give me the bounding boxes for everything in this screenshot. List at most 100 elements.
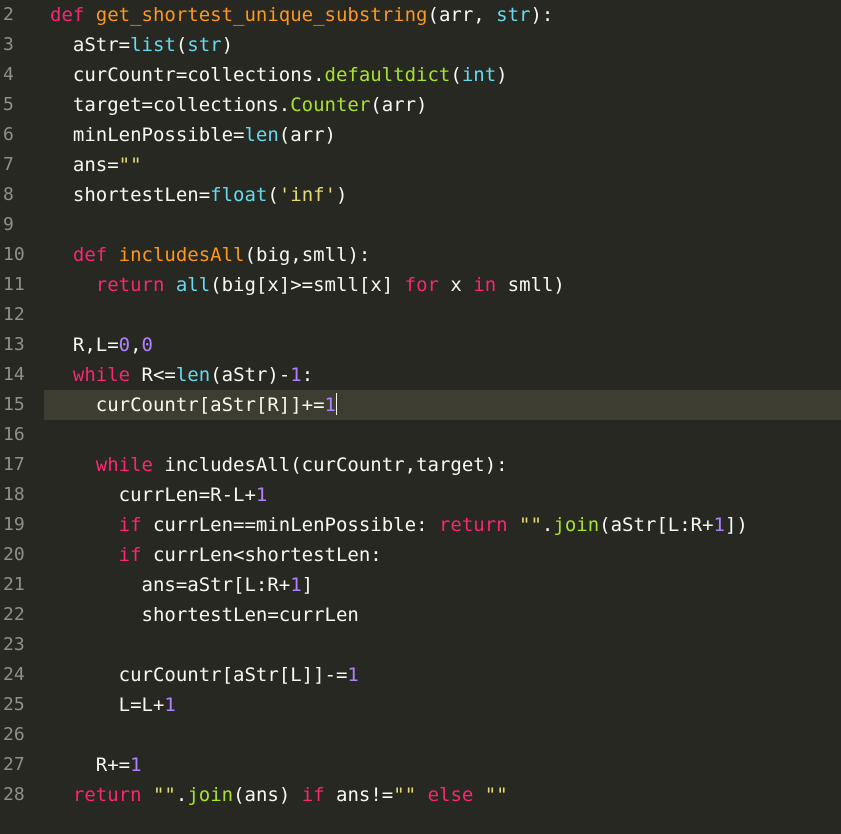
code-line[interactable]: 8 shortestLen=float('inf') — [0, 180, 841, 210]
code-line[interactable]: 25 L=L+1 — [0, 690, 841, 720]
code-text[interactable]: shortestLen=float('inf') — [50, 180, 348, 210]
code-token-keyword: for — [404, 274, 451, 296]
line-number: 16 — [3, 424, 25, 445]
code-line[interactable]: 24 curCountr[aStr[L]]-=1 — [0, 660, 841, 690]
code-line[interactable]: 2 def get_shortest_unique_substring(arr, … — [0, 0, 841, 30]
code-token-default: (ans) — [233, 784, 302, 806]
code-token-number: 1 — [347, 664, 359, 686]
line-number: 10 — [3, 244, 25, 265]
code-text[interactable]: ans="" — [50, 150, 142, 180]
code-token-keyword: if — [301, 784, 337, 806]
code-token-number: 0 — [141, 334, 153, 356]
code-token-method: defaultdict — [324, 64, 451, 86]
code-line[interactable]: 17 while includesAll(curCountr,target): — [0, 450, 841, 480]
code-token-number: 1 — [290, 364, 302, 386]
code-line[interactable]: 21 ans=aStr[L:R+1] — [0, 570, 841, 600]
code-text[interactable]: R,L=0,0 — [50, 330, 153, 360]
code-token-number: 1 — [324, 394, 336, 416]
code-line[interactable]: 20 if currLen<shortestLen: — [0, 540, 841, 570]
code-text[interactable]: aStr=list(str) — [50, 30, 233, 60]
code-line[interactable]: 27 R+=1 — [0, 750, 841, 780]
code-token-string: "" — [152, 784, 176, 806]
code-line[interactable]: 16 — [0, 420, 841, 450]
code-token-keyword: else — [427, 784, 485, 806]
code-text[interactable]: L=L+1 — [50, 690, 176, 720]
line-number: 28 — [3, 784, 25, 805]
code-line[interactable]: 9 — [0, 210, 841, 240]
code-text[interactable]: while R<=len(aStr)-1: — [50, 360, 313, 390]
code-line[interactable]: 5 target=collections.Counter(arr) — [0, 90, 841, 120]
line-number: 19 — [3, 514, 25, 535]
line-number: 3 — [3, 34, 14, 55]
code-line[interactable]: 28 return "".join(ans) if ans!="" else "… — [0, 780, 841, 810]
code-text[interactable]: currLen=R-L+1 — [50, 480, 268, 510]
code-line[interactable]: 12 — [0, 300, 841, 330]
code-token-default: currLen=R-L+ — [50, 484, 256, 506]
code-line[interactable]: 6 minLenPossible=len(arr) — [0, 120, 841, 150]
code-text[interactable]: if currLen<shortestLen: — [50, 540, 382, 570]
code-token-default: . — [541, 514, 554, 536]
code-line[interactable]: 3 aStr=list(str) — [0, 30, 841, 60]
code-token-number: 1 — [290, 574, 302, 596]
line-number: 9 — [3, 214, 14, 235]
code-token-default: ( — [450, 64, 462, 86]
code-text[interactable]: while includesAll(curCountr,target): — [50, 450, 508, 480]
code-token-default: (aStr)- — [210, 364, 291, 386]
line-number: 5 — [3, 94, 14, 115]
code-text[interactable]: curCountr[aStr[R]]+=1 — [50, 390, 337, 420]
code-token-default: curCountr[aStr[R]]+= — [50, 394, 325, 416]
code-token-function-def: includesAll — [118, 244, 245, 266]
code-token-string: "" — [118, 154, 142, 176]
code-text[interactable]: def includesAll(big,smll): — [50, 240, 370, 270]
code-token-default: (aStr[L:R+ — [599, 514, 714, 536]
code-line[interactable]: 13 R,L=0,0 — [0, 330, 841, 360]
code-token-default — [50, 514, 119, 536]
code-token-default: curCountr[aStr[L]]-= — [50, 664, 348, 686]
code-token-default: ans= — [50, 154, 119, 176]
code-token-keyword: return — [72, 784, 153, 806]
code-line[interactable]: 19 if currLen==minLenPossible: return ""… — [0, 510, 841, 540]
code-text[interactable]: minLenPossible=len(arr) — [50, 120, 336, 150]
code-text[interactable]: curCountr[aStr[L]]-=1 — [50, 660, 359, 690]
text-cursor — [336, 393, 337, 415]
code-line[interactable]: 18 currLen=R-L+1 — [0, 480, 841, 510]
code-line[interactable]: 11 return all(big[x]>=smll[x] for x in s… — [0, 270, 841, 300]
code-token-keyword: return — [95, 274, 176, 296]
code-text[interactable]: R+=1 — [50, 750, 142, 780]
code-token-string: "" — [484, 784, 508, 806]
line-number: 6 — [3, 124, 14, 145]
code-text[interactable]: def get_shortest_unique_substring(arr, s… — [50, 0, 553, 30]
code-token-default — [50, 784, 73, 806]
code-editor[interactable]: 2 def get_shortest_unique_substring(arr, … — [0, 0, 841, 834]
code-token-default: (big,smll): — [244, 244, 371, 266]
code-text[interactable]: shortestLen=currLen — [50, 600, 359, 630]
code-token-default: R<= — [141, 364, 176, 386]
code-token-default: minLenPossible= — [50, 124, 245, 146]
code-line[interactable]: 7 ans="" — [0, 150, 841, 180]
line-number: 8 — [3, 184, 14, 205]
code-text[interactable]: return "".join(ans) if ans!="" else "" — [50, 780, 508, 810]
code-line[interactable]: 14 while R<=len(aStr)-1: — [0, 360, 841, 390]
code-token-default: ) — [221, 34, 234, 56]
code-text[interactable]: target=collections.Counter(arr) — [50, 90, 428, 120]
code-line[interactable]: 23 — [0, 630, 841, 660]
code-text[interactable]: ans=aStr[L:R+1] — [50, 570, 314, 600]
line-number: 17 — [3, 454, 25, 475]
code-line[interactable]: 10 def includesAll(big,smll): — [0, 240, 841, 270]
line-number: 15 — [0, 390, 44, 420]
line-number: 7 — [3, 154, 14, 175]
code-text[interactable]: return all(big[x]>=smll[x] for x in smll… — [50, 270, 565, 300]
line-number: 4 — [3, 64, 14, 85]
code-text[interactable]: curCountr=collections.defaultdict(int) — [50, 60, 508, 90]
code-token-default: : — [301, 364, 314, 386]
code-token-default: ] — [301, 574, 314, 596]
code-text[interactable]: if currLen==minLenPossible: return "".jo… — [50, 510, 748, 540]
code-line[interactable]: 26 — [0, 720, 841, 750]
line-number: 20 — [3, 544, 25, 565]
code-line[interactable]: 22 shortestLen=currLen — [0, 600, 841, 630]
code-line[interactable]: 4 curCountr=collections.defaultdict(int) — [0, 60, 841, 90]
code-line[interactable]: 15 curCountr[aStr[R]]+=1 — [0, 390, 841, 420]
code-token-default: . — [175, 784, 188, 806]
code-token-default: R,L= — [50, 334, 119, 356]
code-token-number: 1 — [255, 484, 268, 506]
